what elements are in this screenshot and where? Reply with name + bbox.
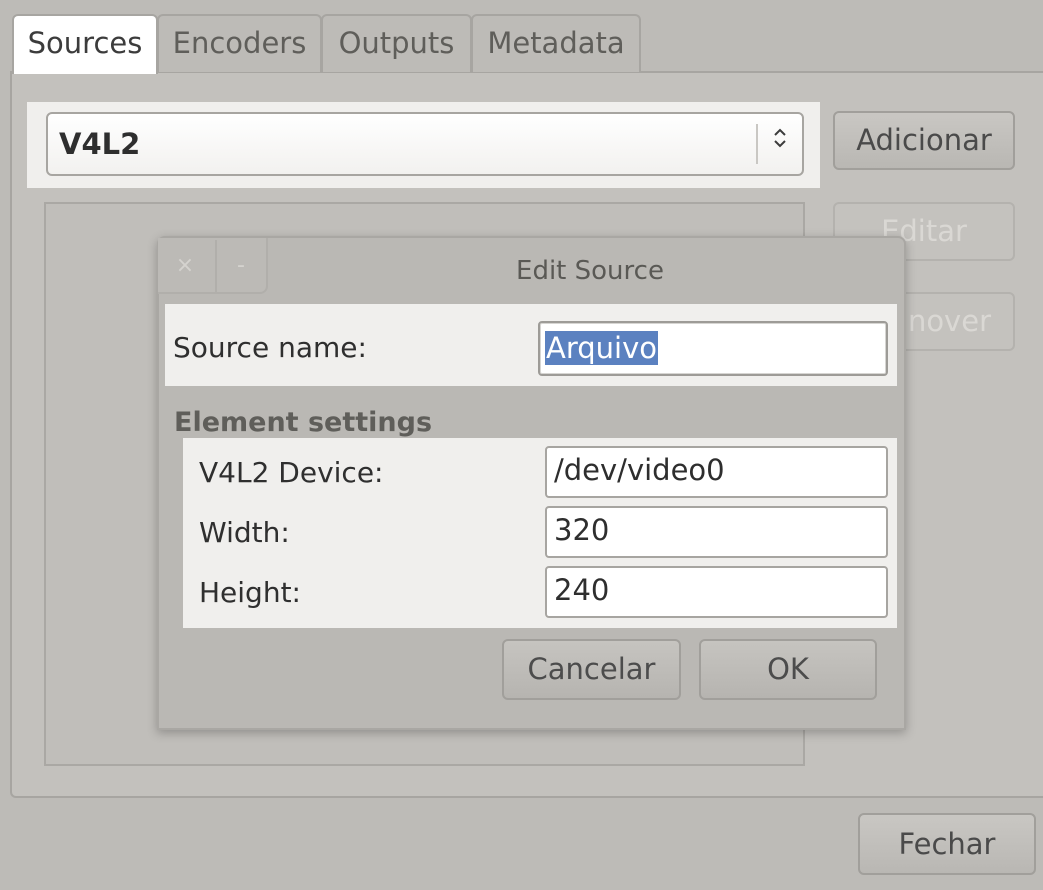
combobox-arrows-icon[interactable] — [764, 112, 796, 176]
v4l2-device-label: V4L2 Device: — [199, 456, 384, 489]
element-settings-heading: Element settings — [174, 407, 433, 438]
source-name-input[interactable]: Arquivo — [538, 321, 888, 376]
ok-button[interactable]: OK — [699, 639, 877, 700]
height-label: Height: — [199, 576, 301, 609]
v4l2-device-input[interactable]: /dev/video0 — [545, 446, 888, 498]
selected-text: Arquivo — [545, 331, 659, 365]
cancel-button[interactable]: Cancelar — [502, 639, 681, 700]
width-label: Width: — [199, 516, 290, 549]
tab-sources[interactable]: Sources — [12, 14, 158, 74]
updown-chevron-icon — [774, 128, 786, 148]
dialog-window-controls: × - — [158, 238, 268, 294]
height-input[interactable]: 240 — [545, 566, 888, 618]
tab-metadata[interactable]: Metadata — [471, 14, 641, 72]
dialog-title: Edit Source — [516, 256, 664, 286]
source-type-combobox[interactable]: V4L2 — [46, 112, 804, 176]
close-button[interactable]: Fechar — [858, 813, 1036, 875]
tab-outputs[interactable]: Outputs — [321, 14, 472, 72]
combobox-separator — [756, 124, 758, 164]
width-input[interactable]: 320 — [545, 506, 888, 558]
tab-encoders[interactable]: Encoders — [157, 14, 322, 72]
add-button[interactable]: Adicionar — [833, 111, 1015, 170]
source-name-label: Source name: — [173, 331, 367, 364]
controls-divider — [215, 240, 217, 292]
close-icon[interactable]: × — [158, 238, 212, 294]
minimize-icon[interactable]: - — [214, 238, 268, 294]
